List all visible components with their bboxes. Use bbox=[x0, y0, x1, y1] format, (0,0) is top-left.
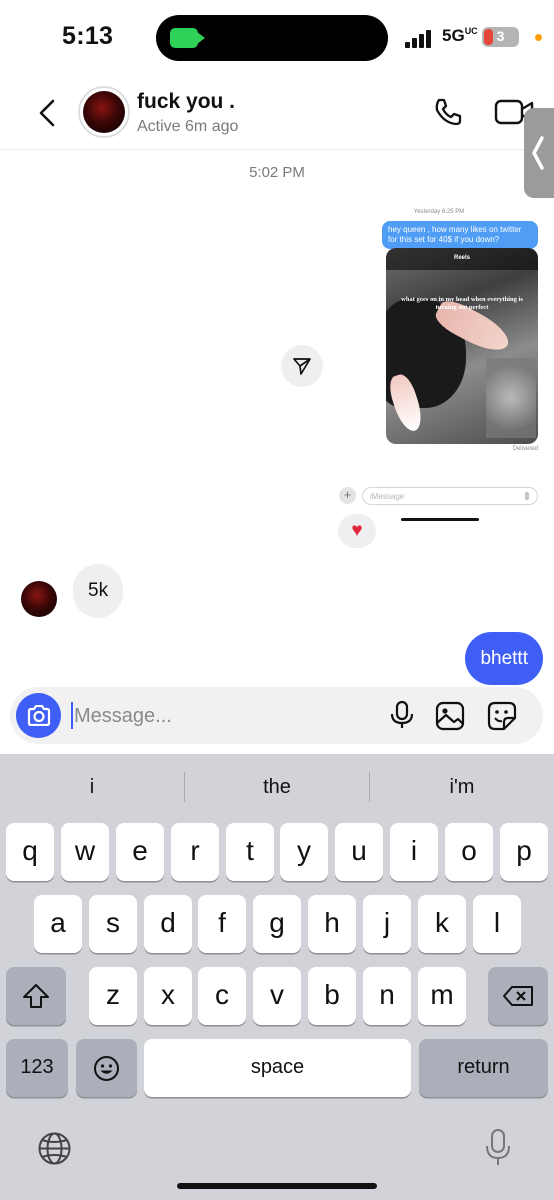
battery-level: 3 bbox=[496, 28, 505, 44]
side-panel-handle[interactable] bbox=[524, 108, 554, 198]
emoji-icon bbox=[94, 1056, 119, 1081]
suggestion-item[interactable]: i bbox=[0, 768, 184, 806]
return-key[interactable]: return bbox=[419, 1039, 548, 1097]
key-t[interactable]: t bbox=[226, 823, 274, 881]
network-label: 5GUC bbox=[442, 26, 478, 45]
key-k[interactable]: k bbox=[418, 895, 466, 953]
suggestion-bar: i the i'm bbox=[0, 768, 554, 806]
key-e[interactable]: e bbox=[116, 823, 164, 881]
signal-icon bbox=[405, 30, 435, 48]
key-c[interactable]: c bbox=[198, 967, 246, 1025]
shift-icon bbox=[23, 984, 49, 1008]
key-q[interactable]: q bbox=[6, 823, 54, 881]
key-o[interactable]: o bbox=[445, 823, 493, 881]
globe-icon[interactable] bbox=[37, 1131, 72, 1166]
screenshot-imessage-field: iMessage bbox=[362, 487, 538, 505]
heart-reaction[interactable]: ♥ bbox=[338, 514, 376, 548]
share-button[interactable] bbox=[281, 345, 323, 387]
gallery-icon[interactable] bbox=[435, 701, 465, 731]
sender-avatar[interactable] bbox=[21, 581, 57, 617]
contact-name[interactable]: fuck you . bbox=[137, 90, 235, 114]
facetime-icon bbox=[170, 28, 205, 48]
chat-header: fuck you . Active 6m ago bbox=[0, 76, 554, 150]
chevron-left-icon bbox=[532, 136, 544, 170]
key-i[interactable]: i bbox=[390, 823, 438, 881]
key-r[interactable]: r bbox=[171, 823, 219, 881]
send-icon bbox=[293, 358, 311, 375]
battery-icon: 3 bbox=[482, 27, 519, 47]
key-n[interactable]: n bbox=[363, 967, 411, 1025]
screenshot-home-bar bbox=[401, 518, 479, 521]
key-z[interactable]: z bbox=[89, 967, 137, 1025]
shift-key[interactable] bbox=[6, 967, 66, 1025]
key-s[interactable]: s bbox=[89, 895, 137, 953]
key-x[interactable]: x bbox=[144, 967, 192, 1025]
key-v[interactable]: v bbox=[253, 967, 301, 1025]
key-d[interactable]: d bbox=[144, 895, 192, 953]
screenshot-time: Yesterday 6:25 PM bbox=[413, 209, 465, 215]
camera-button[interactable] bbox=[16, 693, 61, 738]
dictation-icon[interactable] bbox=[484, 1128, 512, 1168]
key-f[interactable]: f bbox=[198, 895, 246, 953]
camera-icon bbox=[27, 705, 51, 726]
suggestion-item[interactable]: i'm bbox=[370, 768, 554, 806]
text-cursor bbox=[71, 702, 73, 729]
status-bar: 5:13 5GUC 3 bbox=[0, 0, 554, 76]
key-g[interactable]: g bbox=[253, 895, 301, 953]
incoming-message[interactable]: 5k bbox=[73, 564, 124, 618]
keyboard: i the i'm q w e r t y u i o p a s d f g … bbox=[0, 754, 554, 1200]
home-indicator[interactable] bbox=[177, 1183, 377, 1189]
key-p[interactable]: p bbox=[500, 823, 548, 881]
dynamic-island bbox=[156, 15, 388, 61]
space-key[interactable]: space bbox=[144, 1039, 411, 1097]
sticker-icon[interactable] bbox=[486, 700, 518, 732]
backspace-icon bbox=[503, 986, 533, 1006]
heart-icon: ♥ bbox=[351, 520, 363, 541]
key-h[interactable]: h bbox=[308, 895, 356, 953]
screenshot-reels-label: Reels bbox=[453, 255, 470, 261]
key-u[interactable]: u bbox=[335, 823, 383, 881]
microphone-icon[interactable] bbox=[389, 700, 415, 730]
contact-avatar[interactable] bbox=[78, 86, 130, 138]
outgoing-message[interactable]: bhettt bbox=[465, 632, 543, 685]
screenshot-delivered: Delivered bbox=[512, 446, 538, 452]
delete-key[interactable] bbox=[488, 967, 548, 1025]
screenshot-reel-preview: Reels what goes on in my head when every… bbox=[386, 248, 538, 444]
key-a[interactable]: a bbox=[34, 895, 82, 953]
phone-icon[interactable] bbox=[432, 96, 464, 128]
chat-timestamp: 5:02 PM bbox=[249, 164, 305, 181]
contact-status: Active 6m ago bbox=[137, 118, 239, 135]
key-y[interactable]: y bbox=[280, 823, 328, 881]
key-l[interactable]: l bbox=[473, 895, 521, 953]
message-composer bbox=[10, 687, 543, 744]
status-time: 5:13 bbox=[62, 22, 114, 50]
shared-screenshot-image[interactable]: Yesterday 6:25 PM hey queen , how many l… bbox=[334, 200, 544, 548]
key-b[interactable]: b bbox=[308, 967, 356, 1025]
key-j[interactable]: j bbox=[363, 895, 411, 953]
key-w[interactable]: w bbox=[61, 823, 109, 881]
message-input[interactable] bbox=[74, 695, 374, 737]
numbers-key[interactable]: 123 bbox=[6, 1039, 68, 1097]
mic-indicator-dot bbox=[535, 34, 542, 41]
back-icon[interactable] bbox=[36, 98, 58, 128]
key-m[interactable]: m bbox=[418, 967, 466, 1025]
emoji-key[interactable] bbox=[76, 1039, 137, 1097]
screenshot-reel-caption: what goes on in my head when everything … bbox=[401, 296, 523, 311]
screenshot-message-bubble: hey queen , how many likes on twitter fo… bbox=[382, 221, 538, 249]
screenshot-plus-icon: + bbox=[339, 487, 356, 504]
suggestion-item[interactable]: the bbox=[185, 768, 369, 806]
